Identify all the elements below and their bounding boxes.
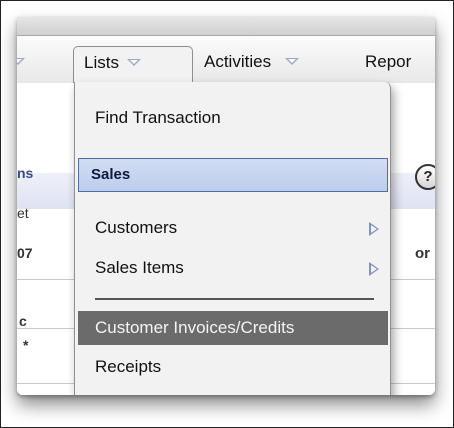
chevron-down-icon — [17, 58, 25, 66]
page-text-fragment: c — [19, 313, 27, 329]
menu-item-label: Sales Items — [95, 258, 184, 277]
chevron-down-icon — [126, 59, 141, 67]
menu-item-receipts[interactable]: Receipts — [95, 357, 161, 377]
window-top-strip — [17, 17, 435, 36]
menu-item-customers[interactable]: Customers — [95, 218, 385, 242]
menu-item-sales-items[interactable]: Sales Items — [95, 258, 385, 282]
nav-previous-tab[interactable] — [17, 46, 25, 78]
page-text-fragment: ns — [17, 165, 34, 181]
page-text-fragment: or — [415, 245, 430, 262]
app-window: Lists Activities Repor ns et 07 c * or ?… — [17, 17, 435, 395]
menu-item-customer-invoices-credits[interactable]: Customer Invoices/Credits — [78, 311, 388, 345]
chevron-down-icon — [285, 58, 300, 66]
menu-item-find-transaction[interactable]: Find Transaction — [95, 108, 221, 128]
help-icon[interactable]: ? — [415, 164, 435, 190]
tab-reports[interactable]: Repor — [365, 46, 411, 78]
tab-activities-label: Activities — [204, 52, 272, 71]
menu-item-label: Customers — [95, 218, 178, 237]
screenshot-frame: Lists Activities Repor ns et 07 c * or ?… — [0, 0, 454, 428]
navigation-bar: Lists Activities Repor — [17, 36, 435, 87]
page-text-fragment: et — [17, 205, 29, 221]
tab-reports-label: Repor — [365, 52, 412, 71]
tab-activities[interactable]: Activities — [204, 46, 300, 78]
page-text-fragment: 07 — [17, 245, 33, 261]
lists-dropdown-menu: Find Transaction Sales Customers Sales I… — [74, 82, 391, 395]
page-text-fragment: * — [23, 337, 29, 353]
submenu-arrow-icon — [369, 222, 379, 236]
menu-section-header-sales: Sales — [78, 158, 388, 192]
tab-lists-label: Lists — [84, 53, 119, 72]
tab-lists[interactable]: Lists — [73, 46, 193, 87]
submenu-arrow-icon — [369, 262, 379, 276]
menu-separator — [95, 298, 374, 300]
